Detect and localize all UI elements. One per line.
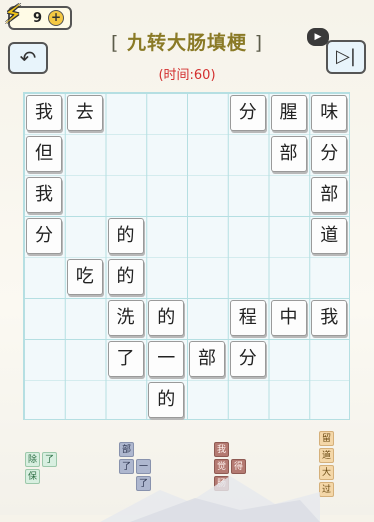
board-tile[interactable]: 部 bbox=[270, 136, 307, 172]
board-tile[interactable]: 吃 bbox=[66, 259, 103, 295]
board-tile[interactable]: 我 bbox=[311, 300, 348, 336]
board-tile[interactable]: 我 bbox=[26, 177, 62, 213]
board-tile[interactable]: 分 bbox=[311, 136, 348, 172]
piece-blue-cell[interactable]: 部 bbox=[119, 442, 134, 457]
board-tile[interactable]: 程 bbox=[229, 300, 266, 336]
board-tile[interactable]: 但 bbox=[26, 136, 62, 172]
countdown-timer: (时间:60) bbox=[158, 68, 216, 83]
level-title-text: 九转大肠填梗 bbox=[126, 32, 247, 54]
mountain-decoration bbox=[100, 476, 320, 522]
piece-yellow-cell[interactable]: 过 bbox=[319, 482, 334, 497]
board-tile[interactable]: 分 bbox=[229, 95, 266, 131]
board-tile[interactable]: 的 bbox=[148, 382, 185, 418]
board-tile[interactable]: 去 bbox=[66, 95, 103, 131]
skip-next-icon: ▷| bbox=[336, 46, 356, 67]
piece-green-cell[interactable]: 除 bbox=[25, 452, 40, 467]
board-tile[interactable]: 部 bbox=[189, 341, 225, 377]
add-energy-button[interactable]: + bbox=[48, 10, 64, 26]
board-tile[interactable]: 我 bbox=[26, 95, 62, 131]
piece-yellow-cell[interactable]: 大 bbox=[319, 465, 334, 480]
board-tile[interactable]: 部 bbox=[311, 177, 348, 213]
lightning-bolt-icon: ⚡ bbox=[4, 0, 23, 30]
piece-yellow-cell[interactable]: 道 bbox=[319, 448, 334, 463]
piece-yellow-cell[interactable]: 留 bbox=[319, 431, 334, 446]
energy-counter[interactable]: ⚡ 9 + bbox=[4, 0, 72, 30]
piece-red-cell[interactable]: 我 bbox=[214, 442, 229, 457]
board-tile[interactable]: 分 bbox=[229, 341, 266, 377]
piece-green-cell[interactable]: 保 bbox=[25, 469, 40, 484]
board-tile[interactable]: 道 bbox=[311, 218, 348, 254]
board-tile[interactable]: 的 bbox=[107, 259, 144, 295]
skip-level-button[interactable]: ▷| bbox=[326, 40, 366, 74]
energy-count: 9 bbox=[32, 10, 42, 26]
piece-green-cell[interactable]: 了 bbox=[42, 452, 57, 467]
board-tile[interactable]: 分 bbox=[26, 218, 62, 254]
board-tile[interactable]: 味 bbox=[311, 95, 348, 131]
board-tile[interactable]: 中 bbox=[270, 300, 307, 336]
board-tile[interactable]: 洗 bbox=[107, 300, 144, 336]
board-tile[interactable]: 一 bbox=[148, 341, 185, 377]
game-board[interactable]: 我去分腥味但部分我部分的道吃的洗的程中我了一部分的 bbox=[23, 92, 350, 420]
board-tile[interactable]: 的 bbox=[107, 218, 144, 254]
board-tile[interactable]: 的 bbox=[148, 300, 185, 336]
board-tile[interactable]: 腥 bbox=[270, 95, 307, 131]
board-tile[interactable]: 了 bbox=[107, 341, 144, 377]
